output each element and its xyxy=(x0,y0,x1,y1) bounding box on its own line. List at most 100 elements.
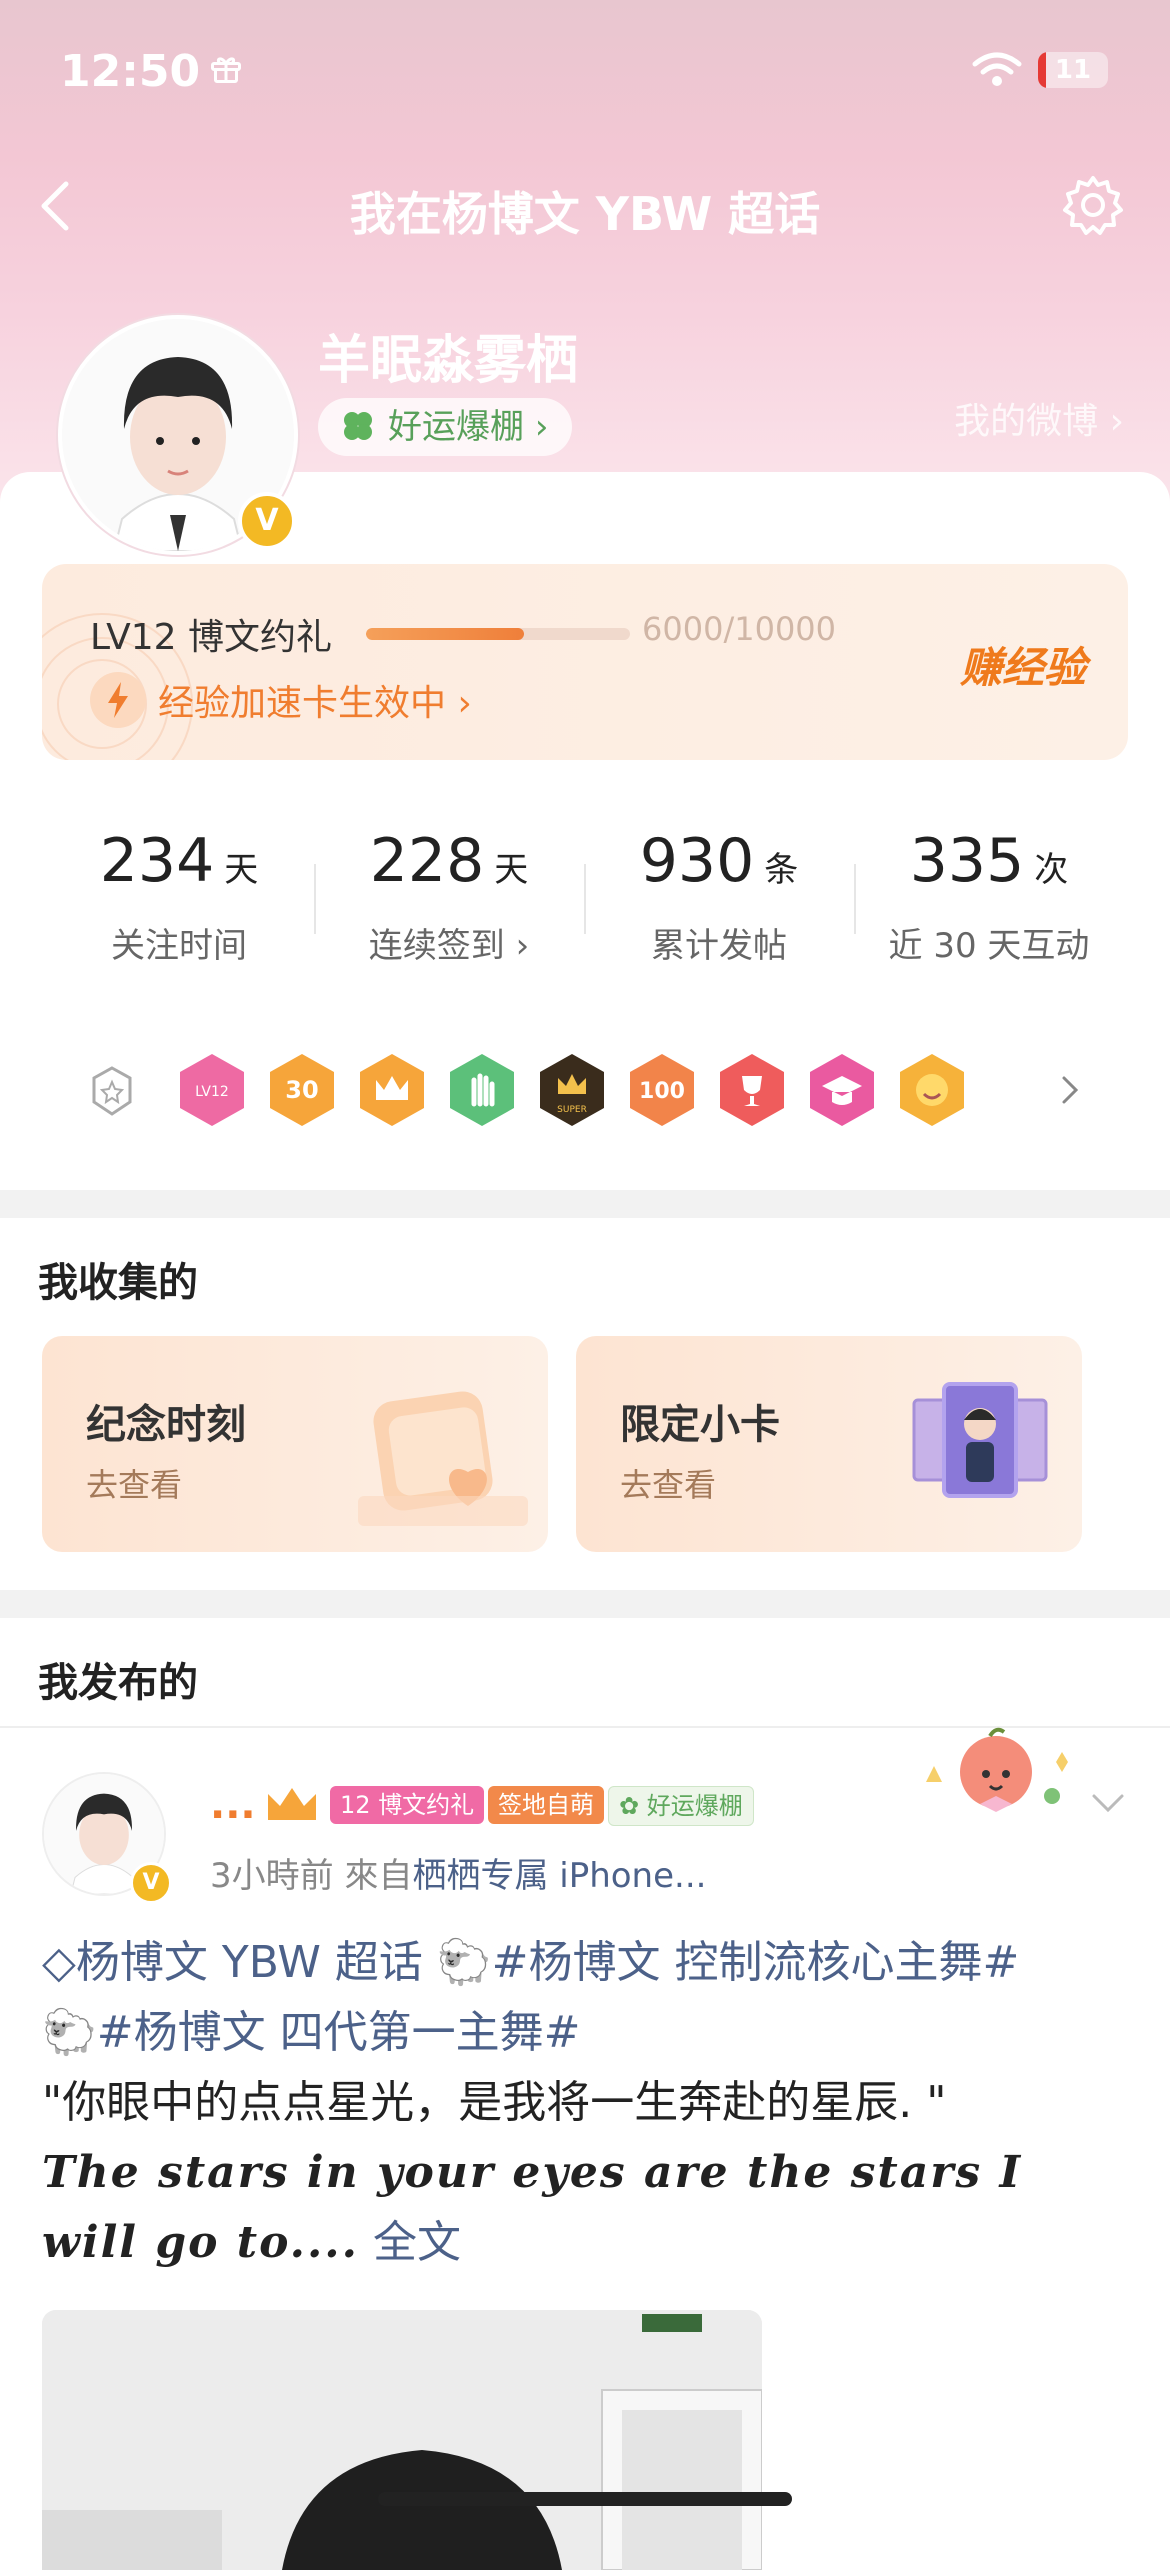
luck-badge[interactable]: 好运爆棚 › xyxy=(318,398,573,456)
stat-label: 连续签到 xyxy=(368,926,505,966)
stat-value: 234 xyxy=(99,826,215,896)
stat-interactions: 335 次 近 30 天互动 xyxy=(854,794,1124,990)
luck-tag: ✿ 好运爆棚 xyxy=(608,1786,754,1826)
post-author-name[interactable]: ... xyxy=(210,1782,256,1828)
verified-badge-icon: V xyxy=(130,1862,172,1904)
level-tag: 12 博文约礼 xyxy=(330,1786,485,1824)
luck-tag-label: 好运爆棚 xyxy=(646,1792,743,1820)
level-name: LV12 博文约礼 xyxy=(90,617,332,658)
post-source-prefix: 來自 xyxy=(344,1856,413,1896)
stat-value: 335 xyxy=(909,826,1025,896)
chevron-right-icon: › xyxy=(457,683,472,724)
settings-gear-icon[interactable] xyxy=(1058,170,1128,240)
home-indicator[interactable] xyxy=(378,2492,792,2506)
level-card[interactable]: LV12 博文约礼 6000/10000 经验加速卡生效中 › 赚经验 xyxy=(42,564,1128,760)
clover-icon xyxy=(344,412,372,440)
super-badge-icon[interactable]: SUPER xyxy=(536,1050,608,1130)
stat-value: 930 xyxy=(639,826,755,896)
checkin-tag: 签地自萌 xyxy=(488,1786,604,1824)
level-tag-label: 博文约礼 xyxy=(378,1791,475,1819)
stat-unit: 天 xyxy=(494,850,529,890)
level-progress-fill xyxy=(366,628,525,640)
page-title: 我在杨博文 YBW 超话 xyxy=(349,187,821,241)
chevron-right-icon: › xyxy=(534,407,549,447)
chevron-right-icon: › xyxy=(1109,401,1124,442)
hand-badge-icon[interactable] xyxy=(446,1050,518,1130)
boost-card-link[interactable]: 经验加速卡生效中 › xyxy=(158,674,472,726)
luck-badge-label: 好运爆棚 xyxy=(388,407,524,447)
stat-follow-time: 234 天 关注时间 xyxy=(44,794,314,990)
stat-posts: 930 条 累计发帖 xyxy=(584,794,854,990)
posted-section-title: 我发布的 xyxy=(38,1660,198,1706)
section-divider xyxy=(0,1590,1170,1618)
level-progress-bar xyxy=(366,628,630,640)
post-english-text: The stars in your eyes are the stars I w… xyxy=(42,2147,1023,2268)
post-image[interactable] xyxy=(42,2310,762,2570)
apple-sticker-decoration xyxy=(926,1727,1068,1812)
crown-badge-icon[interactable] xyxy=(356,1050,428,1130)
stat-value: 228 xyxy=(369,826,485,896)
sheep-icon: 🐑 xyxy=(436,1937,492,1988)
graduate-badge-icon[interactable] xyxy=(806,1050,878,1130)
supertopic-link[interactable]: 杨博文 YBW 超话 xyxy=(76,1937,423,1988)
username: 羊眠淼雾栖 xyxy=(318,331,579,391)
my-weibo-label: 我的微博 xyxy=(954,401,1099,442)
stat-checkin[interactable]: 228 天 连续签到 › xyxy=(314,794,584,990)
diamond-icon: ◇ xyxy=(42,1937,76,1988)
stat-unit: 条 xyxy=(764,850,799,890)
limited-cards-card[interactable]: 限定小卡 去查看 xyxy=(576,1336,1082,1552)
stats-panel: 234 天 关注时间 228 天 连续签到 › 930 条 累计发帖 335 次 近 3… xyxy=(42,794,1128,990)
hashtag-link[interactable]: #杨博文 四代第一主舞# xyxy=(97,2007,581,2058)
post-quote: "你眼中的点点星光，是我将一生奔赴的星辰. " xyxy=(42,2077,947,2128)
boost-card-label: 经验加速卡生效中 xyxy=(158,683,447,724)
verified-badge-icon: V xyxy=(238,492,296,550)
stat-unit: 天 xyxy=(224,850,259,890)
100-days-badge-icon[interactable]: 100 xyxy=(626,1050,698,1130)
stat-label: 累计发帖 xyxy=(651,926,787,966)
badge-wall[interactable]: LV12 30 SUPER 100 xyxy=(42,1018,1128,1164)
stat-unit: 次 xyxy=(1034,850,1069,890)
gift-icon xyxy=(211,57,241,83)
post-photo xyxy=(42,2310,762,2570)
my-weibo-link[interactable]: 我的微博 › xyxy=(954,392,1124,444)
trophy-badge-icon[interactable] xyxy=(716,1050,788,1130)
clover-icon: ✿ xyxy=(619,1792,647,1820)
sheep-icon: 🐑 xyxy=(42,2007,97,2058)
lv12-badge-icon[interactable]: LV12 xyxy=(176,1050,248,1130)
crown-level-icon xyxy=(268,1788,316,1820)
card-subtitle: 去查看 xyxy=(620,1466,717,1504)
level-exp-text: 6000/10000 xyxy=(642,610,837,648)
emoji-badge-icon[interactable] xyxy=(896,1050,968,1130)
lightning-icon xyxy=(90,672,146,728)
post-source[interactable]: 栖栖专属 iPhone... xyxy=(412,1856,706,1896)
section-divider xyxy=(0,1190,1170,1218)
stat-label: 关注时间 xyxy=(111,926,247,966)
hashtag-link[interactable]: #杨博文 控制流核心主舞# xyxy=(492,1937,1020,1988)
post-meta: 3小時前 來自栖栖专属 iPhone... xyxy=(210,1848,706,1897)
30-days-badge-icon[interactable]: 30 xyxy=(266,1050,338,1130)
level-tag-number: 12 xyxy=(340,1791,371,1819)
svg-text:SUPER: SUPER xyxy=(557,1105,587,1115)
card-title: 纪念时刻 xyxy=(86,1402,246,1448)
svg-text:30: 30 xyxy=(285,1076,318,1104)
earn-exp-button[interactable]: 赚经验 xyxy=(960,634,1086,695)
chevron-right-icon[interactable] xyxy=(1058,1070,1082,1110)
post-body: ◇杨博文 YBW 超话 🐑#杨博文 控制流核心主舞# 🐑#杨博文 四代第一主舞#… xyxy=(42,1928,1132,2278)
wifi-icon xyxy=(972,52,1022,86)
post-time: 3小時前 xyxy=(210,1856,334,1896)
chevron-down-icon[interactable] xyxy=(1088,1790,1128,1816)
card-title: 限定小卡 xyxy=(620,1402,780,1448)
svg-text:100: 100 xyxy=(639,1079,685,1104)
status-time: 12:50 xyxy=(60,46,201,97)
collect-section-title: 我收集的 xyxy=(38,1260,198,1306)
full-text-link[interactable]: 全文 xyxy=(373,2217,461,2268)
chevron-right-icon: › xyxy=(504,926,530,966)
stat-label: 近 30 天互动 xyxy=(888,926,1090,966)
svg-text:LV12: LV12 xyxy=(195,1084,229,1100)
memorial-moments-card[interactable]: 纪念时刻 去查看 xyxy=(42,1336,548,1552)
photo-cards-icon xyxy=(912,1382,1048,1498)
card-subtitle: 去查看 xyxy=(86,1466,183,1504)
battery-indicator: 11 xyxy=(1038,52,1108,88)
badge-medal-icon xyxy=(92,1066,132,1116)
calendar-heart-icon xyxy=(358,1391,528,1526)
